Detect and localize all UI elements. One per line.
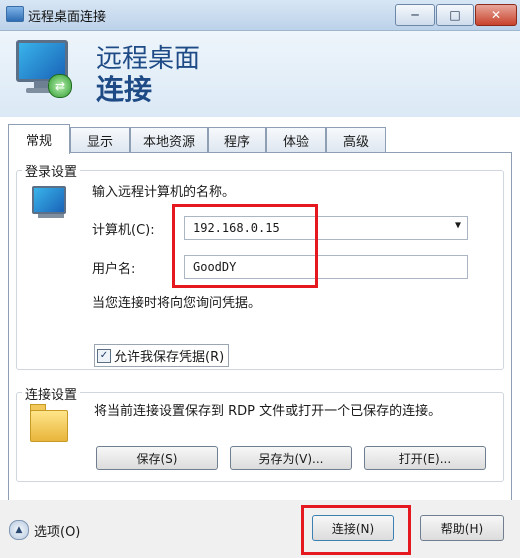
- tab-experience[interactable]: 体验: [266, 127, 326, 153]
- maximize-button[interactable]: □: [436, 4, 474, 26]
- folder-icon: [30, 410, 68, 442]
- login-settings-label: 登录设置: [22, 161, 81, 180]
- dropdown-arrow-icon[interactable]: ▼: [455, 220, 461, 231]
- tab-display[interactable]: 显示: [70, 127, 130, 153]
- save-as-button[interactable]: 另存为(V)...: [230, 446, 352, 470]
- highlight-connect-button: [301, 505, 411, 555]
- credentials-note: 当您连接时将向您询问凭据。: [92, 296, 262, 311]
- instruction-text: 输入远程计算机的名称。: [92, 185, 236, 200]
- computer-icon: [32, 186, 66, 214]
- highlight-computer-username: [172, 204, 318, 288]
- tab-programs[interactable]: 程序: [208, 127, 266, 153]
- open-button[interactable]: 打开(E)...: [364, 446, 486, 470]
- close-button[interactable]: ✕: [475, 4, 517, 26]
- save-button[interactable]: 保存(S): [96, 446, 218, 470]
- minimize-button[interactable]: ─: [395, 4, 435, 26]
- connection-arrows-icon: ⇄: [48, 74, 72, 98]
- header-banner: [0, 31, 520, 117]
- remote-desktop-icon: [6, 6, 24, 22]
- window-title: 远程桌面连接: [28, 10, 107, 25]
- tab-general[interactable]: 常规: [8, 124, 70, 154]
- username-label: 用户名:: [92, 262, 136, 277]
- chevron-up-icon[interactable]: ▲: [9, 520, 29, 540]
- tab-local-resources[interactable]: 本地资源: [130, 127, 208, 153]
- connection-description: 将当前连接设置保存到 RDP 文件或打开一个已保存的连接。: [94, 404, 442, 419]
- header-title-line2: 连接: [96, 73, 153, 106]
- tab-advanced[interactable]: 高级: [326, 127, 386, 153]
- connection-settings-label: 连接设置: [22, 384, 81, 403]
- computer-label: 计算机(C):: [92, 223, 155, 238]
- save-credentials-label: 允许我保存凭据(R): [114, 350, 225, 365]
- computer-base: [38, 214, 64, 218]
- checkbox-box[interactable]: ✓: [97, 348, 111, 363]
- options-toggle[interactable]: 选项(O): [34, 521, 80, 540]
- save-credentials-checkbox[interactable]: ✓ 允许我保存凭据(R): [94, 344, 230, 367]
- help-button[interactable]: 帮助(H): [420, 515, 504, 541]
